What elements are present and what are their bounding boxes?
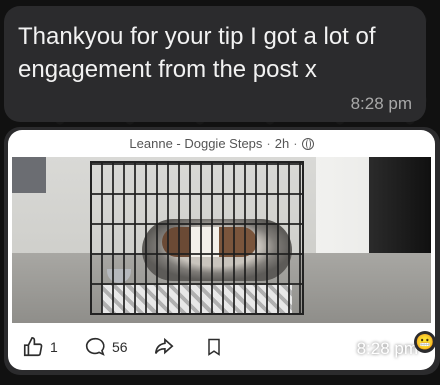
like-button[interactable]: 1: [22, 336, 58, 358]
dog-crate: [90, 161, 304, 315]
comment-button[interactable]: 56: [84, 336, 128, 358]
message-bubble[interactable]: Thankyou for your tip I got a lot of eng…: [4, 6, 426, 122]
shared-post-bubble[interactable]: Leanne - Doggie Steps · 2h · 1 56 8:28 p…: [4, 127, 440, 375]
comment-icon: [85, 337, 105, 356]
share-button[interactable]: [152, 336, 176, 358]
post-age: 2h: [274, 136, 290, 151]
comment-count: 56: [112, 338, 128, 355]
window: [12, 157, 46, 193]
separator: ·: [293, 136, 298, 151]
post-photo[interactable]: [12, 157, 431, 323]
thumbs-up-icon: [23, 336, 43, 356]
post-header: Leanne - Doggie Steps · 2h ·: [8, 130, 435, 157]
separator: ·: [266, 136, 271, 151]
globe-icon: [301, 137, 314, 150]
post-author: Leanne - Doggie Steps: [129, 136, 263, 151]
shared-post-card[interactable]: Leanne - Doggie Steps · 2h · 1 56: [8, 130, 435, 370]
share-icon: [154, 337, 174, 354]
bookmark-icon: [208, 338, 220, 356]
reaction-emoji[interactable]: 😬: [414, 331, 436, 353]
message-time: 8:28 pm: [350, 94, 412, 113]
save-button[interactable]: [204, 336, 224, 358]
like-count: 1: [50, 338, 58, 355]
message-text: Thankyou for your tip I got a lot of eng…: [18, 23, 376, 83]
shared-post-time: 8:28 pm: [356, 339, 418, 358]
